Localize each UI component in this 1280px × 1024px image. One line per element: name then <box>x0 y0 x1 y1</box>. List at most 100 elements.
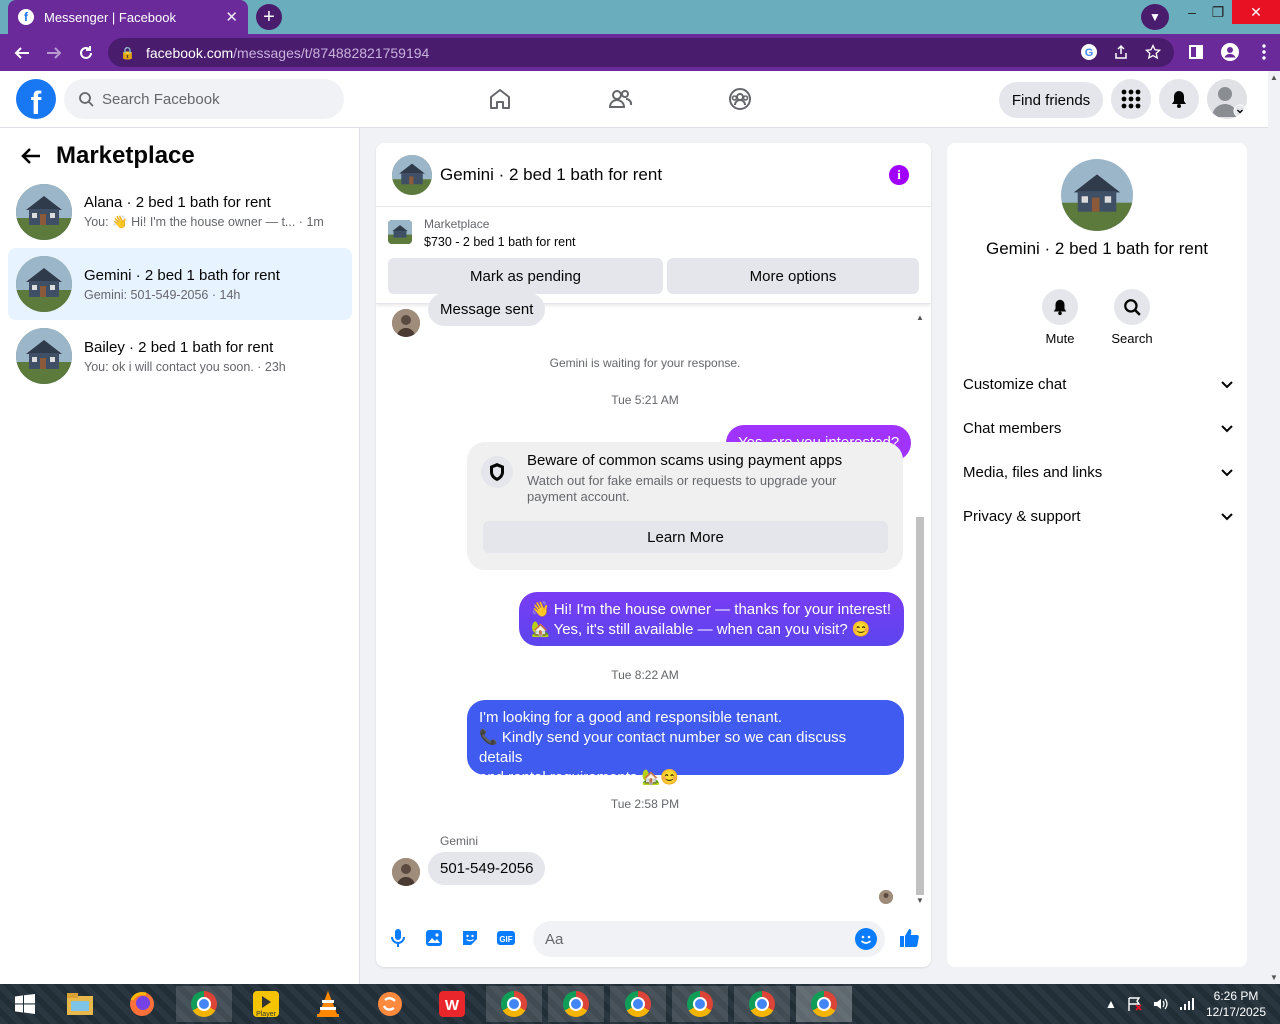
tray-expand-icon[interactable]: ▲ <box>1105 997 1117 1011</box>
browser-tab[interactable]: f Messenger | Facebook ✕ <box>8 0 248 34</box>
svg-text:Player: Player <box>256 1011 277 1018</box>
windows-logo-icon <box>15 994 35 1014</box>
chrome-profile-icon[interactable] <box>672 986 728 1022</box>
listing-mini-thumbnail[interactable] <box>388 220 412 244</box>
listing-price-title[interactable]: $730 - 2 bed 1 bath for rent <box>424 235 576 249</box>
page-scrollbar[interactable]: ▲ ▼ <box>1268 71 1280 984</box>
scroll-down-icon[interactable]: ▼ <box>1270 973 1278 982</box>
account-avatar[interactable] <box>1207 79 1247 119</box>
mark-as-pending-button[interactable]: Mark as pending <box>388 258 663 294</box>
maximize-button[interactable]: ❐ <box>1206 0 1230 24</box>
tab-title: Messenger | Facebook <box>44 9 176 25</box>
scrollbar-thumb[interactable] <box>916 517 924 895</box>
back-button[interactable] <box>6 37 38 69</box>
search-facebook-input[interactable]: Search Facebook <box>64 79 344 119</box>
find-friends-button[interactable]: Find friends <box>999 82 1103 118</box>
windows-taskbar: Player W ▲ 6:26 PM 12/17/2025 <box>0 984 1280 1024</box>
bookmark-star-icon[interactable] <box>1144 43 1162 61</box>
home-nav-icon[interactable] <box>480 79 520 119</box>
chrome-profile-icon[interactable] <box>610 986 666 1022</box>
bell-icon[interactable] <box>1042 289 1078 325</box>
message-line: 🏡 Yes, it's still available — when can y… <box>531 621 871 638</box>
clock-time: 6:26 PM <box>1213 989 1259 1003</box>
system-clock[interactable]: 6:26 PM 12/17/2025 <box>1200 988 1272 1020</box>
volume-icon[interactable] <box>1153 997 1169 1011</box>
close-window-button[interactable]: ✕ <box>1232 0 1280 24</box>
groups-nav-icon[interactable] <box>720 79 760 119</box>
wps-office-icon[interactable]: W <box>424 986 480 1022</box>
thumbs-up-icon[interactable] <box>896 925 922 951</box>
listing-thumbnail <box>16 328 72 384</box>
sticker-icon[interactable] <box>457 925 483 951</box>
media-files-links-row[interactable]: Media, files and links <box>963 464 1233 481</box>
vlc-icon[interactable] <box>300 986 356 1022</box>
chat-title[interactable]: Gemini · 2 bed 1 bath for rent <box>440 165 662 185</box>
chrome-profile-icon[interactable] <box>734 986 790 1022</box>
conversation-item[interactable]: Alana · 2 bed 1 bath for rent You: 👋 Hi!… <box>8 176 352 248</box>
message-scrollbar[interactable]: ▲ ▼ <box>914 313 927 905</box>
search-icon[interactable] <box>1114 289 1150 325</box>
profile-icon[interactable] <box>1216 38 1244 66</box>
chrome-menu-icon[interactable] <box>1250 38 1278 66</box>
chrome-taskbar-icon[interactable] <box>176 986 232 1022</box>
tab-search-button[interactable]: ▼ <box>1141 4 1169 30</box>
address-bar[interactable]: 🔒 facebook.com/messages/t/87488282175919… <box>108 38 1174 67</box>
search-placeholder: Search Facebook <box>102 90 220 108</box>
more-options-button[interactable]: More options <box>667 258 919 294</box>
scroll-up-icon[interactable]: ▲ <box>1270 73 1278 82</box>
action-center-flag-icon[interactable] <box>1127 997 1143 1011</box>
facebook-logo[interactable]: f <box>16 79 56 119</box>
details-listing-thumbnail[interactable] <box>1061 159 1133 231</box>
minimize-button[interactable]: – <box>1180 0 1204 24</box>
chat-listing-thumbnail[interactable] <box>392 154 432 195</box>
menu-grid-button[interactable] <box>1111 79 1151 119</box>
gif-icon[interactable]: GIF <box>493 925 519 951</box>
message-bubble-outgoing[interactable]: I'm looking for a good and responsible t… <box>467 700 904 786</box>
back-arrow-icon[interactable] <box>20 145 42 167</box>
message-bubble-incoming[interactable]: Message sent <box>428 293 546 326</box>
message-input[interactable]: Aa <box>533 921 885 957</box>
learn-more-button[interactable]: Learn More <box>483 521 888 553</box>
clock-date: 12/17/2025 <box>1205 1005 1267 1019</box>
emoji-icon[interactable] <box>855 928 877 950</box>
player-app-icon[interactable]: Player <box>238 986 294 1022</box>
side-panel-icon[interactable] <box>1182 38 1210 66</box>
notifications-button[interactable] <box>1159 79 1199 119</box>
start-button[interactable] <box>0 986 50 1022</box>
photo-icon[interactable] <box>421 925 447 951</box>
close-tab-icon[interactable]: ✕ <box>225 8 238 26</box>
svg-text:W: W <box>445 997 460 1014</box>
reload-button[interactable] <box>70 37 102 69</box>
microphone-icon[interactable] <box>385 925 411 951</box>
chrome-active-window-icon[interactable] <box>796 986 852 1022</box>
privacy-support-row[interactable]: Privacy & support <box>963 508 1233 525</box>
chrome-profile-icon[interactable] <box>548 986 604 1022</box>
info-icon[interactable]: i <box>889 165 909 185</box>
scroll-up-icon[interactable]: ▲ <box>916 313 924 322</box>
network-signal-icon[interactable] <box>1179 997 1195 1011</box>
scroll-down-icon[interactable]: ▼ <box>916 896 924 905</box>
message-line: 📞 Kindly send your contact number so we … <box>479 729 847 766</box>
new-tab-button[interactable]: + <box>256 4 282 30</box>
chat-details-panel: Gemini · 2 bed 1 bath for rent Mute Sear… <box>947 143 1247 967</box>
customize-chat-row[interactable]: Customize chat <box>963 376 1233 393</box>
firefox-icon[interactable] <box>114 986 170 1022</box>
file-explorer-icon[interactable] <box>52 986 108 1022</box>
search-action[interactable]: Search <box>1097 289 1167 346</box>
conversation-item-active[interactable]: Gemini · 2 bed 1 bath for rent Gemini: 5… <box>8 248 352 320</box>
chat-members-row[interactable]: Chat members <box>963 420 1233 437</box>
section-label: Chat members <box>963 420 1062 437</box>
message-bubble-incoming[interactable]: 501-549-2056 <box>428 852 546 885</box>
conversation-item[interactable]: Bailey · 2 bed 1 bath for rent You: ok i… <box>8 320 352 392</box>
message-list[interactable]: Message sent Gemini is waiting for your … <box>376 293 931 905</box>
forward-button[interactable] <box>38 37 70 69</box>
google-icon[interactable]: G <box>1080 43 1098 61</box>
mute-action[interactable]: Mute <box>1025 289 1095 346</box>
chrome-profile-icon[interactable] <box>486 986 542 1022</box>
uc-browser-icon[interactable] <box>362 986 418 1022</box>
share-icon[interactable] <box>1112 43 1130 61</box>
message-bubble-outgoing[interactable]: 👋 Hi! I'm the house owner — thanks for y… <box>519 592 904 646</box>
friends-nav-icon[interactable] <box>600 79 640 119</box>
search-label: Search <box>1111 331 1153 346</box>
section-label: Privacy & support <box>963 508 1081 525</box>
